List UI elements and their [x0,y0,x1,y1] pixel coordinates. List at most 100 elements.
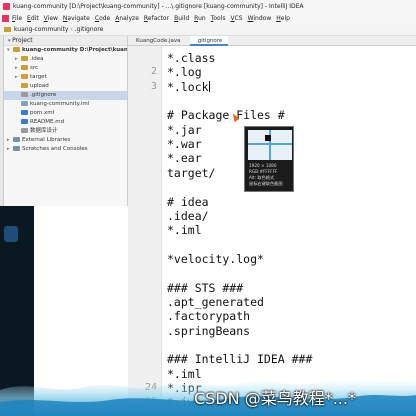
popup-color: RGB:#FFFFFF [249,169,278,174]
file-icon [13,137,20,142]
tree-item[interactable]: 数据库设计 [4,127,127,136]
tree-item[interactable]: ▸ Scratches and Consoles [4,145,127,154]
menu-edit[interactable]: Edit [27,13,39,24]
menu-build[interactable]: Build [174,13,189,24]
breadcrumb-file[interactable]: .gitignore [75,26,104,33]
code-line: # Package Files # [167,108,285,123]
menu-help[interactable]: Help [276,13,290,24]
folder-icon [4,27,11,32]
code-line: .springBeans [167,323,251,338]
tree-item-label: README.md [30,119,65,125]
tree-item-label: .gitignore [30,92,57,98]
code-line: *.iml [167,366,202,381]
file-icon [21,128,28,133]
tree-item-label: kuang-community.iml [30,101,90,107]
tree-item-label: External Libraries [22,137,71,143]
file-icon [21,56,28,61]
magnifier-preview [248,130,292,160]
text-caret [208,80,210,92]
tree-item[interactable]: pom.xml [4,109,127,118]
screenshot-magnifier-popup: 1920 × 1080 RGB:#FFFFFF Alt: 取色格式 鼠标右键取色… [244,126,294,192]
tree-item[interactable]: ▸ External Libraries [4,136,127,145]
overlay-glow [4,226,18,242]
line-number: 25 [144,396,157,408]
tree-item-label: kuang-community D:\Project\kuang-communi… [22,47,127,53]
menu-window[interactable]: Window [248,13,272,24]
code-line: *velocity.log* [167,251,264,266]
code-line: .factorypath [167,309,251,324]
line-number: 3 [150,80,157,92]
tree-item-label: upload [30,83,49,89]
file-icon [21,110,28,115]
project-panel-header[interactable]: ▾ Project [4,36,127,46]
menu-run[interactable]: Run [194,13,206,24]
tree-item[interactable]: upload [4,82,127,91]
line-number: 26 [145,411,157,416]
code-line: target/ [167,165,216,180]
window-title-bar: kuang-community [D:\Project\kuang-commun… [0,0,416,13]
menu-code[interactable]: Code [95,13,110,24]
code-line: *.iml [167,223,202,238]
tree-item-label: Scratches and Consoles [22,146,88,152]
menu-tools[interactable]: Tools [211,13,226,24]
code-line: *.war [167,137,202,152]
menu-refactor[interactable]: Refactor [144,13,169,24]
csdn-watermark: CSDN @菜鸟教程*...* [194,389,356,408]
file-icon [13,146,20,151]
line-number: 24 [144,382,157,394]
tab-gitignore[interactable]: .gitignore [190,36,229,46]
project-panel-title: Project [12,37,33,44]
code-line: .apt_generated [167,294,264,309]
code-line: *.jar [167,122,202,137]
menu-view[interactable]: View [44,13,58,24]
tree-item-label: pom.xml [30,110,55,116]
menu-bar: File Edit View Navigate Code Analyze Refactor B… [0,13,416,24]
tree-item[interactable]: ▸ target [4,73,127,82]
tree-item[interactable]: kuang-community.iml [4,100,127,109]
tree-item[interactable]: ▸ .idea [4,55,127,64]
code-line: *.lock [167,79,210,94]
intellij-app-icon [3,3,10,10]
breadcrumb: kuang-community › .gitignore [0,24,416,36]
code-line: # idea [167,194,209,209]
window-title: kuang-community [D:\Project\kuang-commun… [13,3,304,10]
tree-item[interactable]: ▾kuang-community D:\Project\kuang-commun… [4,46,127,55]
code-text-area[interactable]: *.class *.log *.lock # Package Files # *.jar… [167,46,416,416]
tab-label: KuangCode.java [136,38,181,44]
file-icon [21,83,28,88]
code-line: .idea/ [167,208,209,223]
tree-item[interactable]: .gitignore [4,91,127,100]
file-icon [21,92,28,97]
code-line: ### IntelliJ IDEA ### [167,352,313,367]
code-line: ### STS ### [167,280,244,295]
tree-item[interactable]: README.md [4,118,127,127]
code-line: *.class [167,51,216,65]
line-number-gutter: 23242526 [128,46,162,416]
tree-item-label: src [30,65,39,71]
tab-label: .gitignore [196,38,223,44]
tree-item-label: target [30,74,47,80]
popup-size: 1920 × 1080 [249,163,277,168]
project-panel: ▾ Project ▾ kuang-community D:\Project\ku… [4,36,128,206]
file-icon [21,65,28,70]
editor-area: KuangCode.java .gitignore 23242526 *.cla… [128,36,416,416]
file-icon [13,47,20,52]
file-icon [21,74,28,79]
video-overlay [0,206,34,416]
code-line: .idea [167,410,202,416]
editor-tab-bar: KuangCode.java .gitignore [128,36,416,46]
file-icon [21,101,28,106]
intellij-menu-icon [2,15,9,22]
popup-hint-1: Alt: 取色格式 [249,175,275,180]
menu-file[interactable]: File [12,13,22,24]
popup-hint-2: 鼠标右键取色截图 [249,181,283,186]
code-line: *.ear [167,151,202,166]
menu-analyze[interactable]: Analyze [115,13,139,24]
menu-navigate[interactable]: Navigate [63,13,90,24]
tab-kuangcode-java[interactable]: KuangCode.java [130,36,187,46]
tree-item[interactable]: ▸ src [4,64,127,73]
tree-item-label: .idea [30,56,44,62]
file-icon [21,119,28,124]
breadcrumb-project[interactable]: kuang-community [14,26,68,33]
menu-vcs[interactable]: VCS [230,13,242,24]
